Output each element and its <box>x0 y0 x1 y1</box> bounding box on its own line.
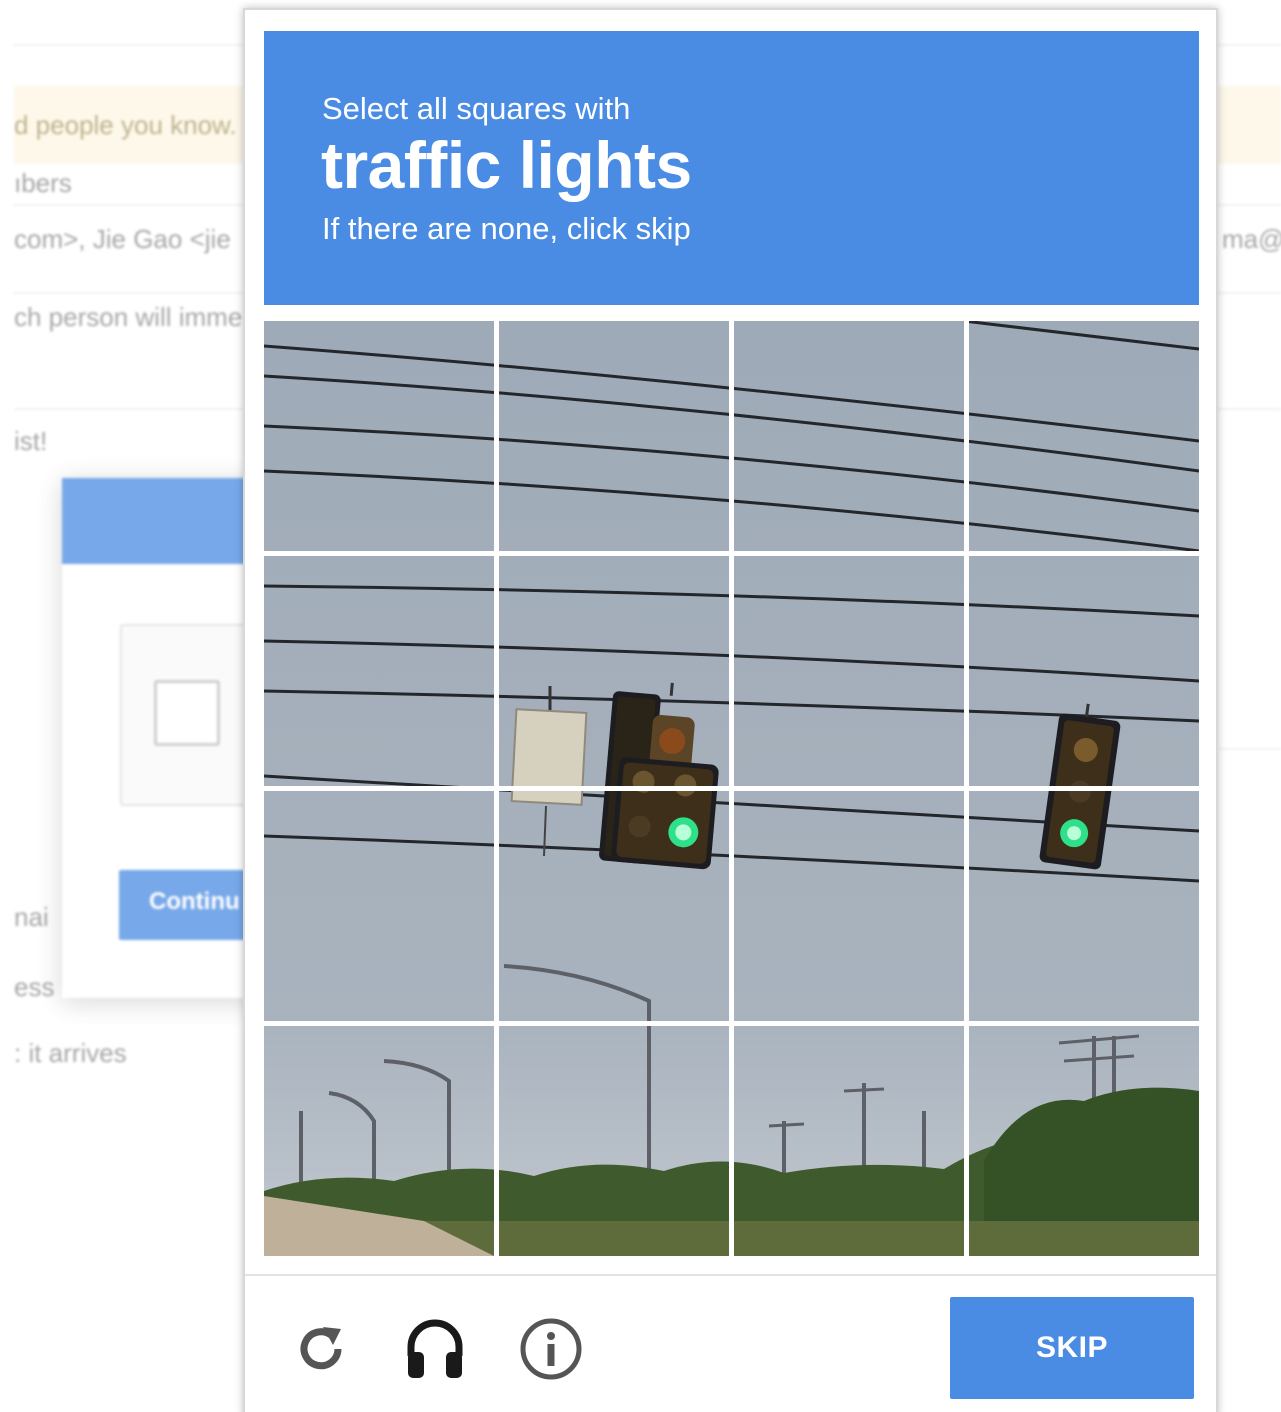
challenge-tile[interactable] <box>264 321 494 551</box>
info-icon[interactable] <box>513 1311 589 1387</box>
footer-divider <box>245 1274 1216 1276</box>
reload-icon[interactable] <box>283 1311 359 1387</box>
challenge-image-grid <box>264 321 1199 1256</box>
recaptcha-anchor-dialog: Continu <box>62 478 280 998</box>
challenge-tile[interactable] <box>734 1026 964 1256</box>
recipients-tail: ma@ <box>1222 224 1281 254</box>
recaptcha-challenge: Select all squares with traffic lights I… <box>243 8 1218 1412</box>
challenge-tile[interactable] <box>969 321 1199 551</box>
list-label: ist! <box>14 426 48 456</box>
notice-text: d people you know. <box>14 110 237 140</box>
arrives-fragment: : it arrives <box>14 1038 127 1068</box>
challenge-header: Select all squares with traffic lights I… <box>264 31 1199 305</box>
challenge-tile[interactable] <box>264 1026 494 1256</box>
challenge-tile[interactable] <box>734 791 964 1021</box>
email-fragment: nai <box>14 902 49 932</box>
headphones-icon[interactable] <box>397 1309 473 1385</box>
challenge-tile[interactable] <box>969 791 1199 1021</box>
dialog-header <box>62 478 262 564</box>
members-label: ıbers <box>14 168 72 198</box>
challenge-instruction: Select all squares with <box>322 91 631 126</box>
challenge-tile[interactable] <box>969 1026 1199 1256</box>
notice-line: ch person will imme <box>14 302 243 332</box>
challenge-tile[interactable] <box>499 321 729 551</box>
challenge-tile[interactable] <box>499 556 729 786</box>
challenge-keyword: traffic lights <box>321 128 692 202</box>
challenge-tile[interactable] <box>264 791 494 1021</box>
challenge-tile[interactable] <box>734 556 964 786</box>
skip-button[interactable]: SKIP <box>950 1297 1194 1399</box>
recipients-text: com>, Jie Gao <jie <box>14 224 231 254</box>
challenge-tile[interactable] <box>499 791 729 1021</box>
challenge-tile[interactable] <box>734 321 964 551</box>
divider <box>1218 748 1281 750</box>
challenge-tile[interactable] <box>969 556 1199 786</box>
challenge-tile[interactable] <box>264 556 494 786</box>
recaptcha-checkbox[interactable] <box>154 680 220 746</box>
challenge-hint: If there are none, click skip <box>322 211 691 246</box>
message-fragment: ess <box>14 972 55 1002</box>
challenge-tile[interactable] <box>499 1026 729 1256</box>
